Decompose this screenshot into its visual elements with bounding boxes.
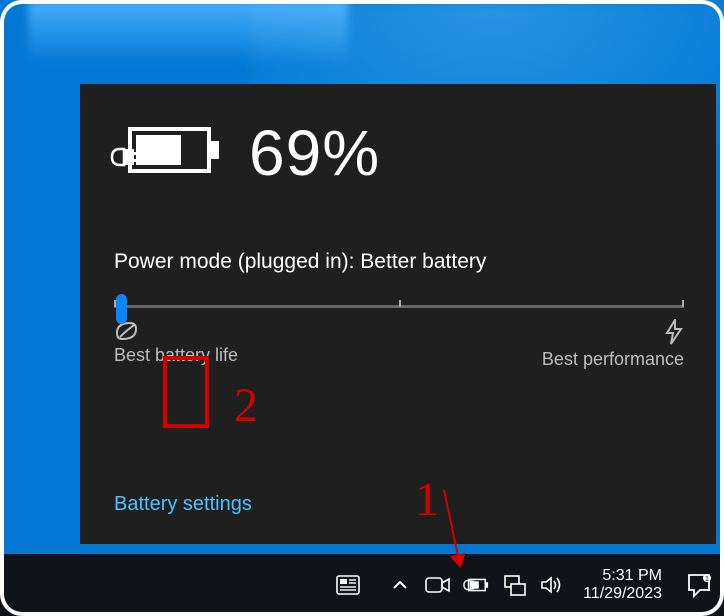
- volume-icon[interactable]: [539, 572, 565, 598]
- slider-right-label: Best performance: [542, 349, 684, 370]
- annotation-box-2: [163, 356, 209, 428]
- network-icon[interactable]: [501, 572, 527, 598]
- battery-tray-icon[interactable]: [463, 572, 489, 598]
- battery-large-icon: [114, 127, 219, 179]
- battery-percent: 69%: [249, 116, 380, 190]
- clock-date: 11/29/2023: [583, 585, 662, 603]
- taskbar-clock[interactable]: 5:31 PM 11/29/2023: [583, 567, 662, 604]
- action-center-icon[interactable]: 1: [686, 572, 712, 598]
- lightning-icon: [664, 319, 684, 345]
- slider-thumb[interactable]: [116, 294, 127, 324]
- power-mode-label: Power mode (plugged in): Better battery: [114, 250, 684, 274]
- svg-text:1: 1: [705, 576, 709, 583]
- annotation-label-1: 1: [415, 472, 439, 527]
- clock-time: 5:31 PM: [583, 567, 662, 585]
- meet-now-icon[interactable]: [425, 572, 451, 598]
- battery-flyout: 69% Power mode (plugged in): Better batt…: [80, 84, 716, 544]
- annotation-label-2: 2: [234, 378, 258, 433]
- taskbar: 5:31 PM 11/29/2023 1: [0, 554, 724, 616]
- plug-icon: [110, 145, 144, 169]
- tray-overflow-icon[interactable]: [387, 572, 413, 598]
- system-tray: [335, 572, 565, 598]
- battery-status-row: 69%: [114, 116, 684, 190]
- battery-settings-link[interactable]: Battery settings: [114, 493, 252, 516]
- power-mode-slider[interactable]: [114, 294, 684, 297]
- news-icon[interactable]: [335, 572, 361, 598]
